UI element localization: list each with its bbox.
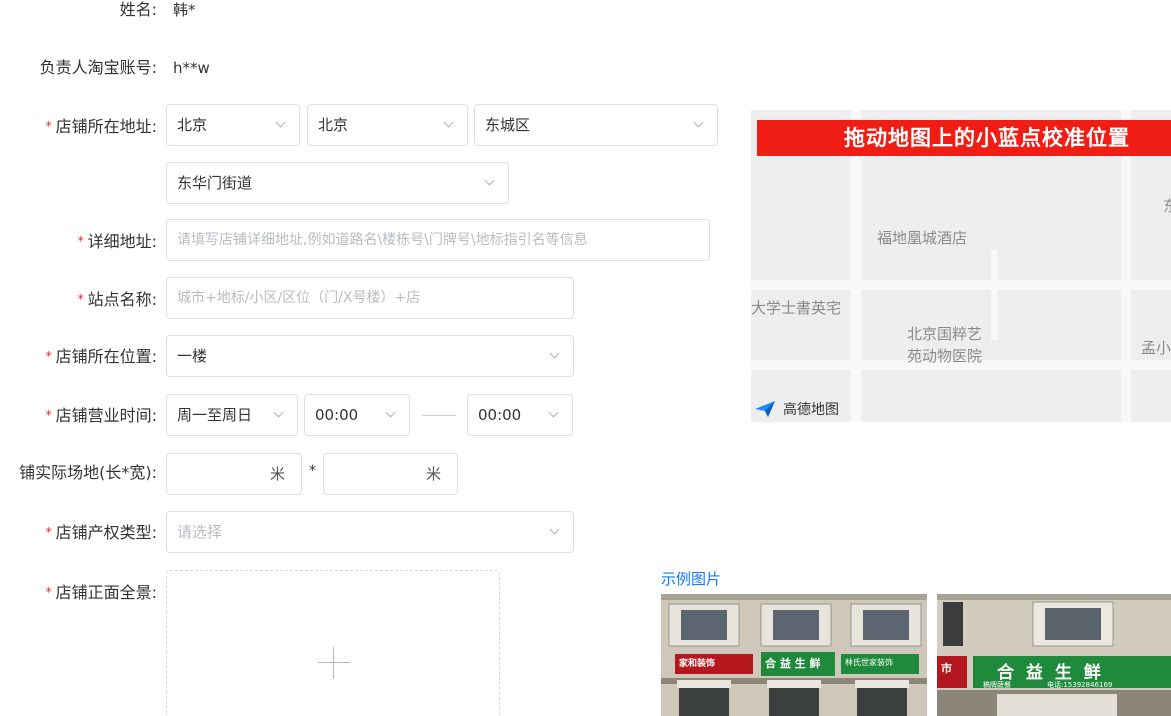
district-value: 东城区 <box>485 116 531 134</box>
district-select[interactable]: 东城区 <box>474 104 718 146</box>
map-poi-hospital-line1: 北京国粹艺 <box>907 325 983 343</box>
property-type-label: * 店铺产权类型: <box>46 522 157 543</box>
property-type-label-text: 店铺产权类型: <box>55 523 157 542</box>
area-width-input[interactable]: 米 <box>323 453 458 495</box>
sample-photo-2-sign-left: 市 <box>941 662 952 675</box>
sample-photo-2-sign-sub2: 电话:15392846169 <box>1047 681 1113 689</box>
chevron-down-icon <box>445 105 453 145</box>
city-select[interactable]: 北京 <box>307 104 468 146</box>
floor-value: 一楼 <box>177 347 208 365</box>
street-select[interactable]: 东华门街道 <box>166 162 509 204</box>
area-multiply-sign: * <box>309 463 316 479</box>
required-mark: * <box>45 525 52 539</box>
sample-photo-2-sign-sub1: 稿牌蔬餐 <box>983 681 1011 689</box>
area-length-input[interactable]: 米 <box>166 453 302 495</box>
business-days-select[interactable]: 周一至周日 <box>166 394 298 436</box>
required-mark: * <box>45 349 52 363</box>
property-type-select[interactable]: 请选择 <box>166 511 574 553</box>
sample-photo-1-sign-right: 林氏世家装饰 <box>845 658 893 667</box>
amap-logo-icon <box>755 401 775 417</box>
detail-address-label: * 详细地址: <box>78 231 157 252</box>
time-range-separator <box>422 415 456 416</box>
close-time-select[interactable]: 00:00 <box>467 394 573 436</box>
taobao-account-label: 负责人淘宝账号: <box>39 58 157 77</box>
close-time-value: 00:00 <box>478 406 522 424</box>
map-poi-right: 孟小 <box>1141 339 1171 357</box>
map-poi-hospital-line2: 苑动物医院 <box>907 347 983 365</box>
sample-image-link[interactable]: 示例图片 <box>661 568 721 589</box>
property-type-placeholder: 请选择 <box>177 523 223 541</box>
map-poi-right-top: 东 <box>1163 197 1171 215</box>
sample-photo-1: 家和装饰 合 益 生 鲜 林氏世家装饰 <box>661 594 927 716</box>
required-mark: * <box>77 234 84 248</box>
province-value: 北京 <box>177 116 208 134</box>
sample-photo-2: 市 合 益 生 鲜 稿牌蔬餐 电话:15392846169 <box>937 594 1171 716</box>
floor-label-text: 店铺所在位置: <box>55 347 157 366</box>
width-unit: 米 <box>425 465 441 483</box>
required-mark: * <box>45 408 52 422</box>
required-mark: * <box>77 292 84 306</box>
business-days-value: 周一至周日 <box>177 406 253 424</box>
sample-photo-1-sign-mid: 合 益 生 鲜 <box>765 657 821 670</box>
business-hours-label-text: 店铺营业时间: <box>55 406 157 425</box>
chevron-down-icon <box>275 395 283 435</box>
name-value: 韩* <box>173 1 196 19</box>
province-select[interactable]: 北京 <box>166 104 300 146</box>
chevron-down-icon <box>551 512 559 552</box>
chevron-down-icon <box>551 336 559 376</box>
detail-address-label-text: 详细地址: <box>87 232 157 251</box>
area-label: 铺实际场地(长*宽): <box>19 463 157 482</box>
station-name-input[interactable]: 城市+地标/小区/区位（门/X号楼）+店 <box>166 277 574 319</box>
sample-photo-1-sign-left: 家和装饰 <box>679 659 716 669</box>
address-label: * 店铺所在地址: <box>46 116 157 137</box>
taobao-account-value: h**w <box>173 59 210 77</box>
address-label-text: 店铺所在地址: <box>55 117 157 136</box>
amap-logo-text: 高德地图 <box>783 402 839 418</box>
sample-photo-2-art <box>937 594 1171 716</box>
chevron-down-icon <box>387 395 395 435</box>
business-hours-label: * 店铺营业时间: <box>46 405 157 426</box>
storefront-photo-label-text: 店铺正面全景: <box>55 583 157 602</box>
map-poi-hotel: 福地凰城酒店 <box>877 229 968 247</box>
detail-address-input[interactable]: 请填写店铺详细地址,例如道路名\楼栋号\门牌号\地标指引名等信息 <box>166 219 710 261</box>
station-name-label-text: 站点名称: <box>87 290 157 309</box>
chevron-down-icon <box>277 105 285 145</box>
city-value: 北京 <box>318 116 349 134</box>
chevron-down-icon <box>550 395 558 435</box>
floor-select[interactable]: 一楼 <box>166 335 574 377</box>
chevron-down-icon <box>695 105 703 145</box>
required-mark: * <box>45 585 52 599</box>
required-mark: * <box>45 119 52 133</box>
open-time-value: 00:00 <box>315 406 359 424</box>
length-unit: 米 <box>269 465 285 483</box>
chevron-down-icon <box>486 163 494 203</box>
location-map[interactable]: 拖动地图上的小蓝点校准位置 福地凰城酒店 大学士書英宅 北京国粹艺 苑动物医院 … <box>751 110 1171 422</box>
floor-label: * 店铺所在位置: <box>46 346 157 367</box>
storefront-photo-label: * 店铺正面全景: <box>46 582 157 603</box>
storefront-photo-upload[interactable] <box>166 570 500 716</box>
map-instruction-banner: 拖动地图上的小蓝点校准位置 <box>757 120 1171 156</box>
amap-logo: 高德地图 <box>755 399 839 419</box>
open-time-select[interactable]: 00:00 <box>304 394 410 436</box>
map-poi-residence: 大学士書英宅 <box>751 299 842 317</box>
station-name-label: * 站点名称: <box>78 289 157 310</box>
street-value: 东华门街道 <box>177 174 253 192</box>
name-label: 姓名: <box>119 0 157 19</box>
